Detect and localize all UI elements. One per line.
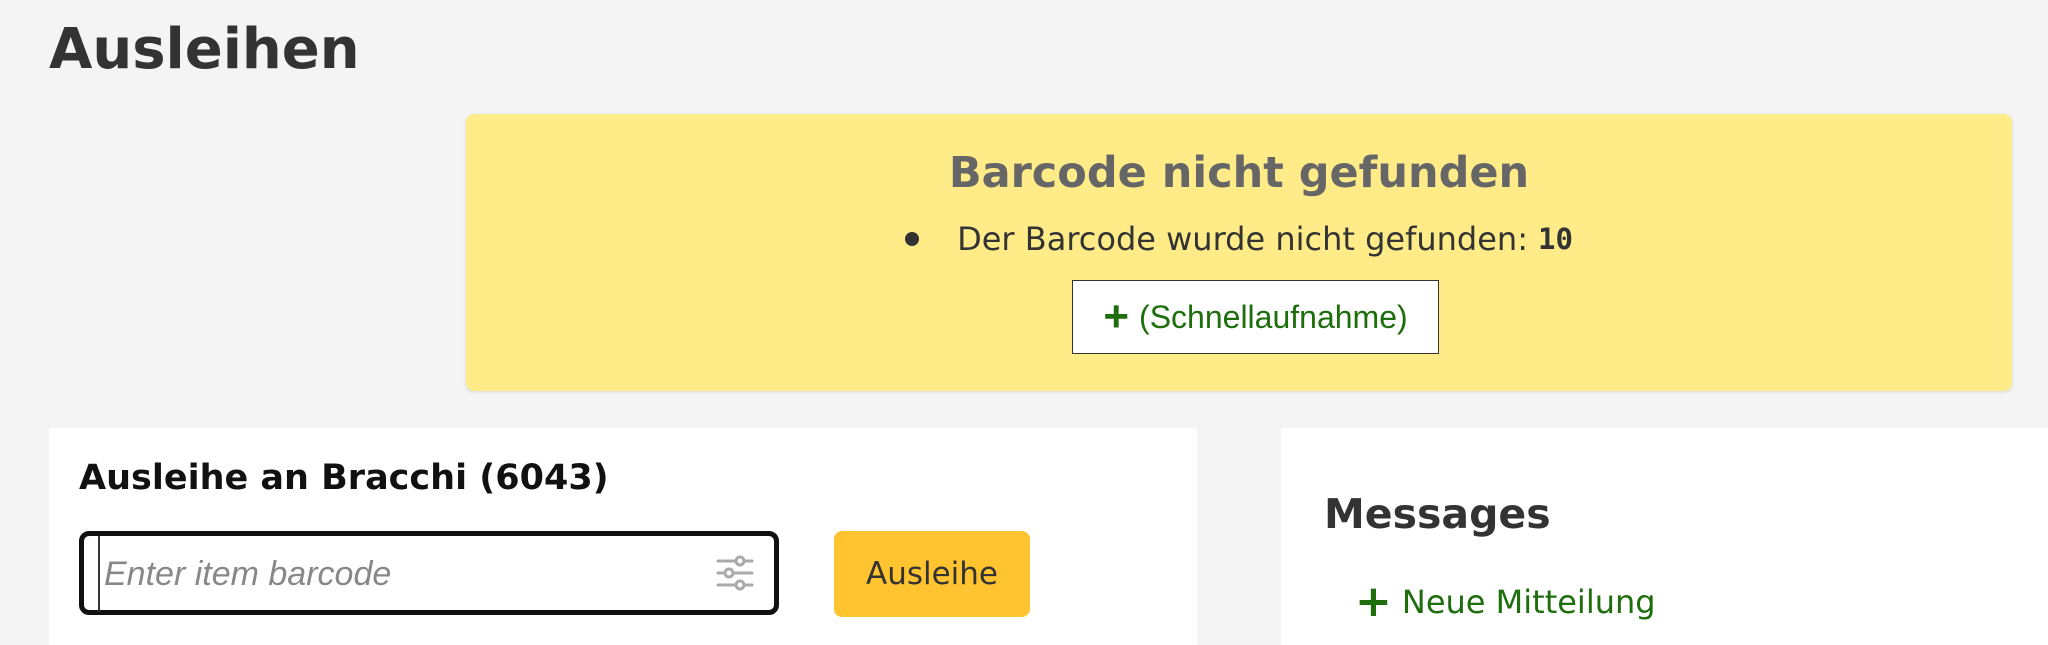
barcode-not-found-alert: Barcode nicht gefunden Der Barcode wurde… xyxy=(466,114,2012,391)
checkout-panel: Ausleihe an Bracchi (6043) Ausleihe xyxy=(49,428,1197,645)
new-message-link[interactable]: + Neue Mitteilung xyxy=(1355,580,1656,624)
messages-title: Messages xyxy=(1324,490,1551,538)
sliders-icon[interactable] xyxy=(716,555,754,591)
alert-message-item: Der Barcode wurde nicht gefunden: 10 xyxy=(466,220,2012,258)
new-message-label: Neue Mitteilung xyxy=(1401,583,1656,621)
barcode-input[interactable] xyxy=(98,536,696,612)
quick-add-button[interactable]: + (Schnellaufnahme) xyxy=(1072,280,1439,354)
plus-icon: + xyxy=(1103,292,1130,341)
barcode-field-wrapper xyxy=(79,531,779,615)
messages-panel: Messages + Neue Mitteilung xyxy=(1281,428,2048,645)
quick-add-label: (Schnellaufnahme) xyxy=(1139,298,1408,335)
plus-icon: + xyxy=(1355,576,1392,627)
page-title: Ausleihen xyxy=(49,17,360,82)
alert-message-list: Der Barcode wurde nicht gefunden: 10 xyxy=(466,220,2012,258)
alert-barcode-value: 10 xyxy=(1537,222,1573,256)
alert-message-text: Der Barcode wurde nicht gefunden: xyxy=(957,220,1528,258)
checkout-button[interactable]: Ausleihe xyxy=(834,531,1030,617)
bullet-icon xyxy=(905,232,920,246)
checkout-heading: Ausleihe an Bracchi (6043) xyxy=(79,458,609,498)
alert-title: Barcode nicht gefunden xyxy=(948,148,1530,198)
